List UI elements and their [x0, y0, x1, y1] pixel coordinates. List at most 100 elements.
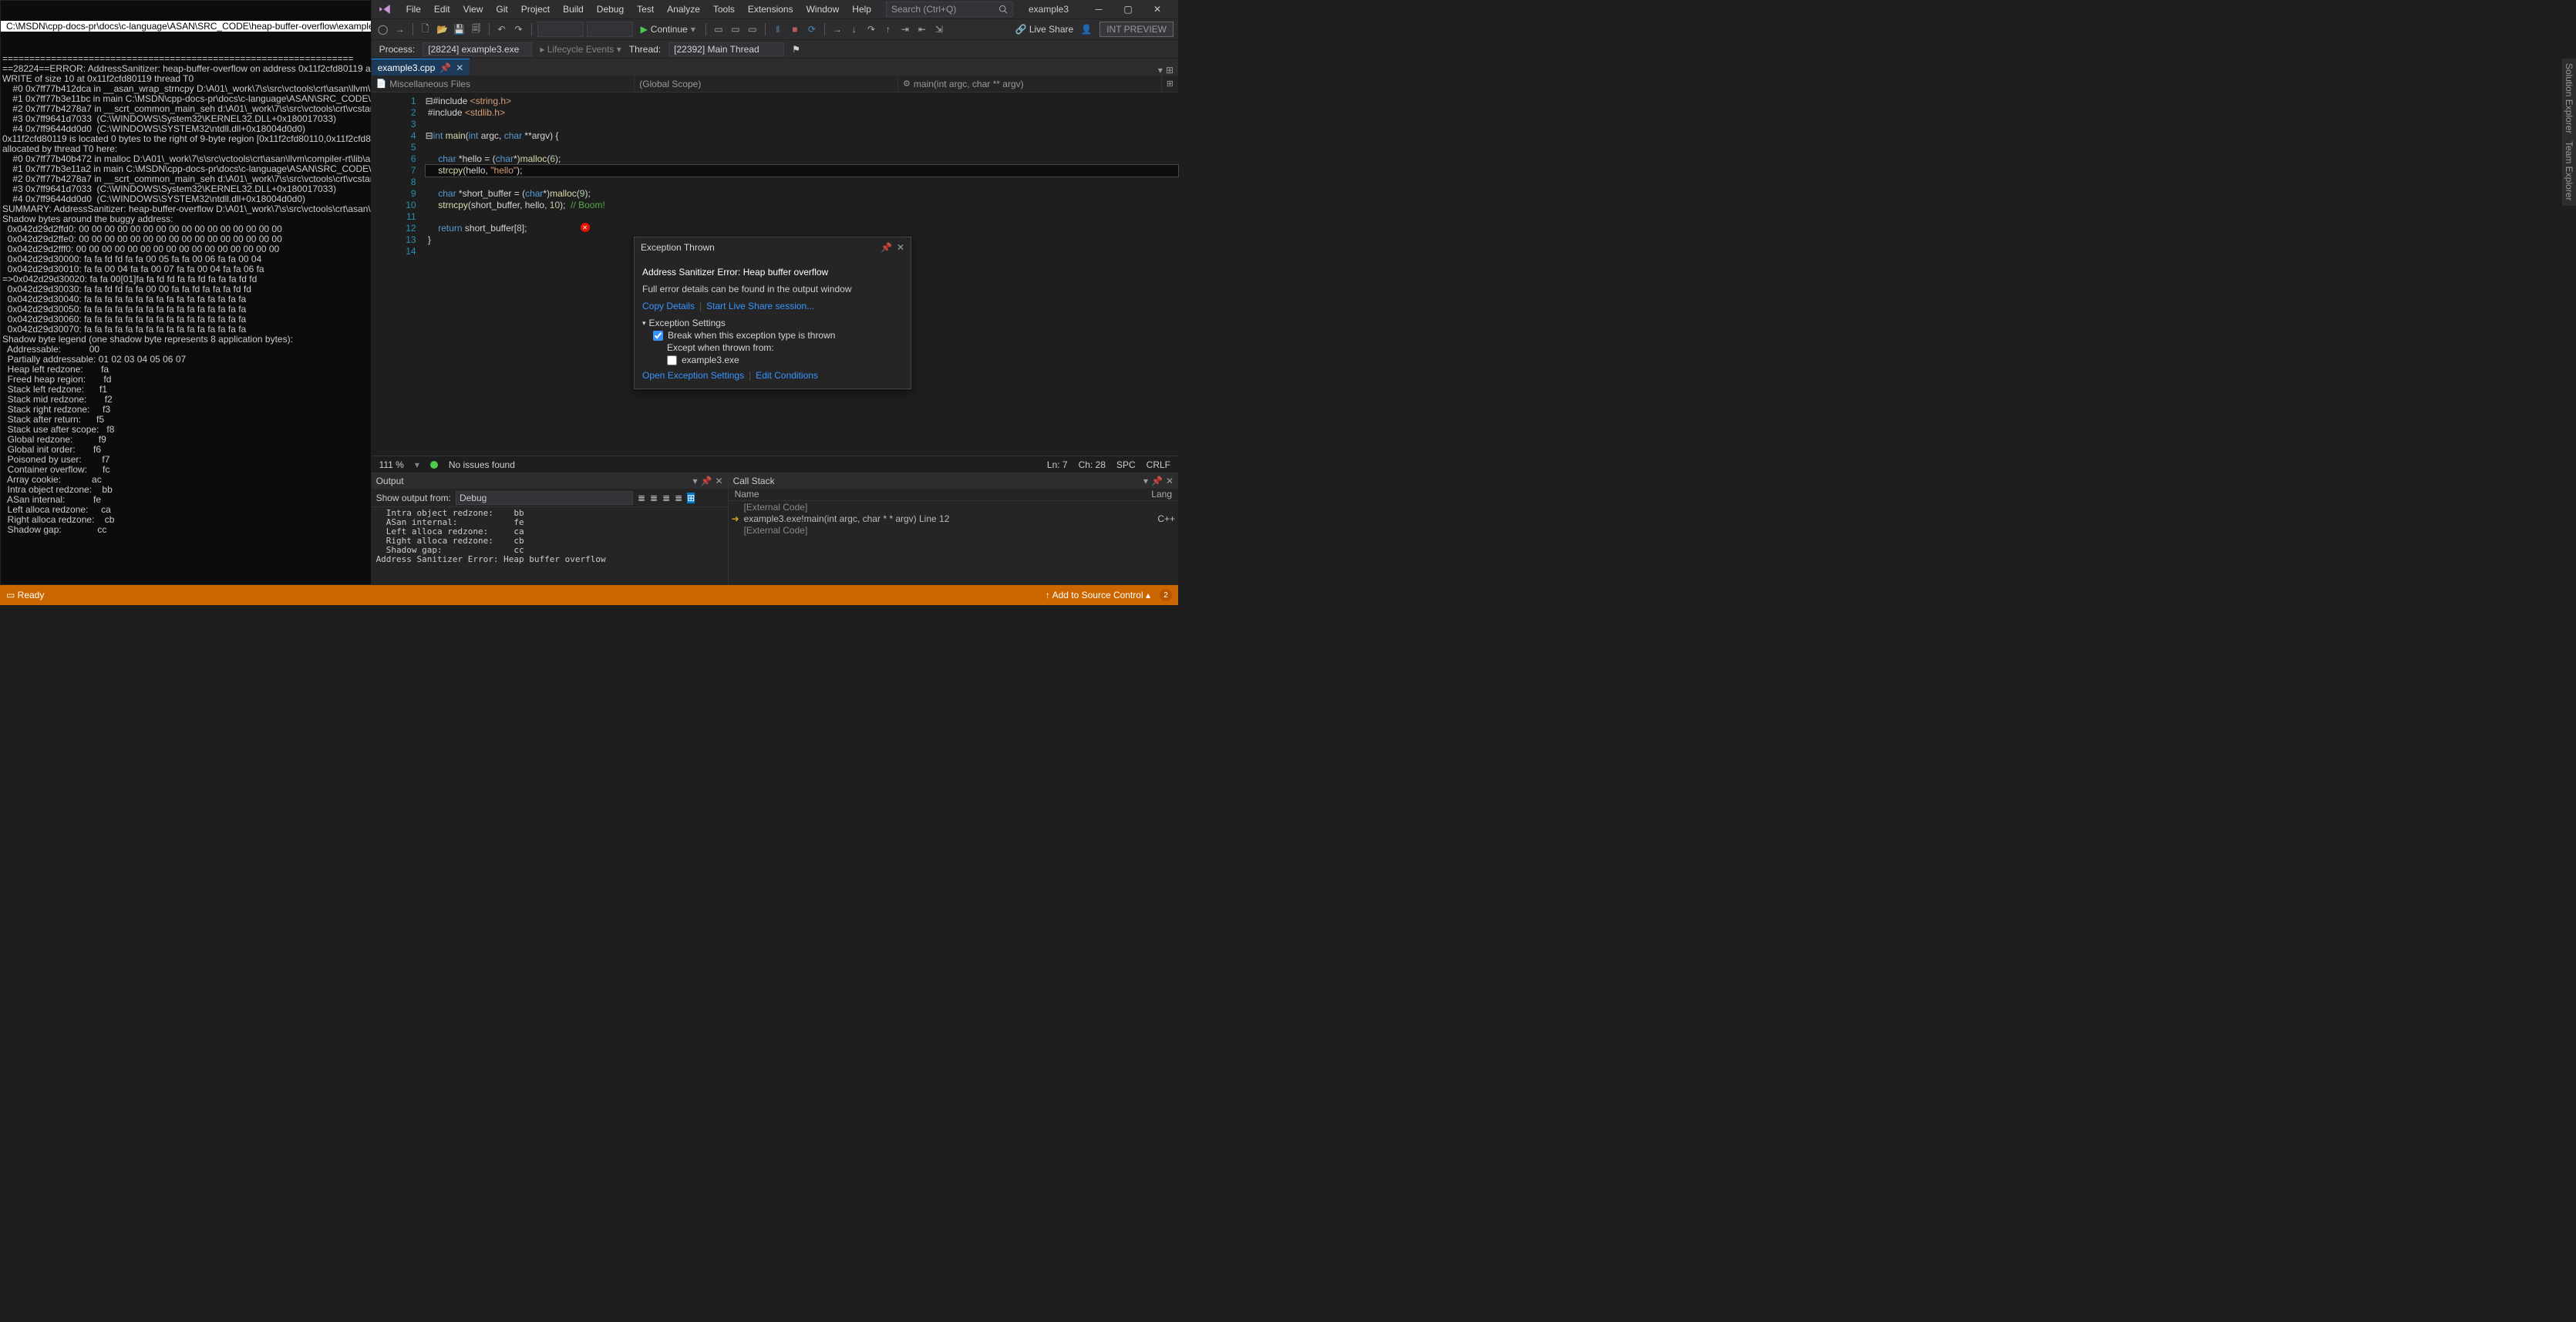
flag-icon[interactable]: ⚑ [792, 44, 800, 55]
platform-dropdown[interactable] [587, 22, 633, 37]
vs-logo-icon [378, 2, 392, 16]
callstack-row[interactable]: [External Code] [729, 524, 1178, 536]
close-button[interactable]: ✕ [1143, 0, 1172, 19]
menu-help[interactable]: Help [847, 2, 877, 16]
break-checkbox[interactable] [653, 331, 663, 341]
main-toolbar: ◯ → 🗋 📂 💾 🗐 ↶ ↷ ▶Continue▾ ▭ ▭ ▭ ‖ ■ ⟳ →… [372, 19, 1178, 40]
output-source-selector[interactable]: Debug [456, 491, 633, 505]
popup-pin-icon[interactable]: 📌 [881, 242, 892, 253]
step-button-3[interactable]: ⇲ [932, 22, 946, 36]
exception-detail: Full error details can be found in the o… [642, 284, 903, 294]
menu-tools[interactable]: Tools [708, 2, 740, 16]
main-menu: FileEditViewGitProjectBuildDebugTestAnal… [401, 2, 877, 16]
menu-view[interactable]: View [458, 2, 489, 16]
menu-edit[interactable]: Edit [429, 2, 456, 16]
forward-button[interactable]: → [393, 22, 407, 36]
callstack-row[interactable]: ➜example3.exe!main(int argc, char * * ar… [729, 513, 1178, 524]
menu-git[interactable]: Git [490, 2, 513, 16]
output-action-1[interactable]: ≣ [638, 493, 645, 503]
pin-icon[interactable]: 📌 [439, 62, 451, 73]
tab-close-icon[interactable]: ✕ [456, 62, 463, 73]
output-text[interactable]: Intra object redzone: bb ASan internal: … [372, 507, 728, 585]
menu-test[interactable]: Test [631, 2, 659, 16]
console-title-text: C:\MSDN\cpp-docs-pr\docs\c-language\ASAN… [6, 22, 372, 32]
source-control-button[interactable]: ↑ Add to Source Control ▴ [1046, 590, 1150, 600]
exe-checkbox[interactable] [667, 355, 677, 365]
search-icon [998, 5, 1008, 14]
menu-analyze[interactable]: Analyze [662, 2, 705, 16]
process-selector[interactable]: [28224] example3.exe [423, 42, 532, 56]
step-icon-2[interactable]: ▭ [729, 22, 742, 36]
int-preview-badge: INT PREVIEW [1099, 22, 1174, 37]
tab-dropdown[interactable]: ▾ [1158, 65, 1163, 76]
save-button[interactable]: 💾 [453, 22, 466, 36]
stop-button[interactable]: ■ [788, 22, 802, 36]
menu-window[interactable]: Window [801, 2, 845, 16]
step-out-button[interactable]: ↑ [881, 22, 895, 36]
undo-button[interactable]: ↶ [495, 22, 509, 36]
edit-conditions-link[interactable]: Edit Conditions [756, 370, 818, 381]
callstack-close-icon[interactable]: ✕ [1166, 476, 1174, 486]
output-pin-icon[interactable]: 📌 [701, 476, 712, 486]
team-explorer-tab[interactable]: Team Explorer [2564, 141, 2574, 200]
back-button[interactable]: ◯ [376, 22, 390, 36]
copy-details-link[interactable]: Copy Details [642, 301, 695, 311]
pause-button[interactable]: ‖ [771, 22, 785, 36]
tab-expand[interactable]: ⊞ [1166, 65, 1174, 76]
search-box[interactable]: Search (Ctrl+Q) [886, 2, 1013, 17]
member-selector[interactable]: ⚙ main(int argc, char ** argv) [898, 76, 1162, 92]
show-next-button[interactable]: → [830, 22, 844, 36]
config-dropdown[interactable] [537, 22, 584, 37]
continue-button[interactable]: ▶Continue▾ [636, 22, 700, 36]
feedback-button[interactable]: 👤 [1079, 22, 1093, 36]
project-selector[interactable]: 📄 Miscellaneous Files [372, 76, 635, 92]
notification-badge[interactable]: 2 [1160, 589, 1172, 601]
menu-build[interactable]: Build [557, 2, 589, 16]
menu-extensions[interactable]: Extensions [742, 2, 799, 16]
split-button[interactable]: ⊞ [1162, 76, 1178, 92]
output-action-3[interactable]: ≣ [662, 493, 670, 503]
search-placeholder: Search (Ctrl+Q) [891, 4, 956, 15]
output-action-2[interactable]: ≣ [650, 493, 658, 503]
menu-project[interactable]: Project [516, 2, 555, 16]
live-share-button[interactable]: 🔗 Live Share [1015, 24, 1074, 35]
exception-settings-toggle[interactable]: Exception Settings [642, 318, 903, 328]
solution-explorer-tab[interactable]: Solution Explorer [2564, 63, 2574, 133]
maximize-button[interactable]: ▢ [1113, 0, 1143, 19]
callstack-pin-icon[interactable]: 📌 [1151, 476, 1163, 486]
step-icon[interactable]: ▭ [712, 22, 726, 36]
menu-debug[interactable]: Debug [591, 2, 629, 16]
active-tab[interactable]: example3.cpp 📌 ✕ [372, 59, 470, 76]
output-dropdown-icon[interactable]: ▾ [693, 476, 698, 486]
step-icon-3[interactable]: ▭ [746, 22, 759, 36]
ok-icon [430, 461, 438, 469]
open-button[interactable]: 📂 [436, 22, 450, 36]
output-close-icon[interactable]: ✕ [716, 476, 723, 486]
callstack-row[interactable]: [External Code] [729, 501, 1178, 513]
save-all-button[interactable]: 🗐 [470, 22, 483, 36]
callstack-title: Call Stack [733, 476, 775, 486]
step-into-button[interactable]: ↓ [847, 22, 861, 36]
step-button[interactable]: ⇥ [898, 22, 912, 36]
output-action-5[interactable]: ⊞ [687, 493, 695, 503]
minimize-button[interactable]: ─ [1084, 0, 1113, 19]
restart-button[interactable]: ⟳ [805, 22, 819, 36]
console-output: ========================================… [1, 52, 371, 537]
liveshare-link[interactable]: Start Live Share session... [706, 301, 814, 311]
title-bar: FileEditViewGitProjectBuildDebugTestAnal… [372, 0, 1178, 19]
callstack-dropdown-icon[interactable]: ▾ [1143, 476, 1148, 486]
open-exception-settings-link[interactable]: Open Exception Settings [642, 370, 744, 381]
error-glyph-icon[interactable]: ✕ [581, 223, 590, 232]
editor-tabs: example3.cpp 📌 ✕ ▾⊞ [372, 59, 1178, 76]
scope-selector[interactable]: (Global Scope) [635, 76, 898, 92]
menu-file[interactable]: File [401, 2, 426, 16]
output-action-4[interactable]: ≣ [675, 493, 682, 503]
callstack-name-header: Name [735, 489, 1152, 500]
step-over-button[interactable]: ↷ [864, 22, 878, 36]
new-button[interactable]: 🗋 [419, 22, 433, 36]
zoom-level[interactable]: 111 % [379, 459, 404, 470]
popup-close-icon[interactable]: ✕ [897, 242, 904, 253]
thread-selector[interactable]: [22392] Main Thread [668, 42, 784, 56]
step-button-2[interactable]: ⇤ [915, 22, 929, 36]
redo-button[interactable]: ↷ [512, 22, 526, 36]
